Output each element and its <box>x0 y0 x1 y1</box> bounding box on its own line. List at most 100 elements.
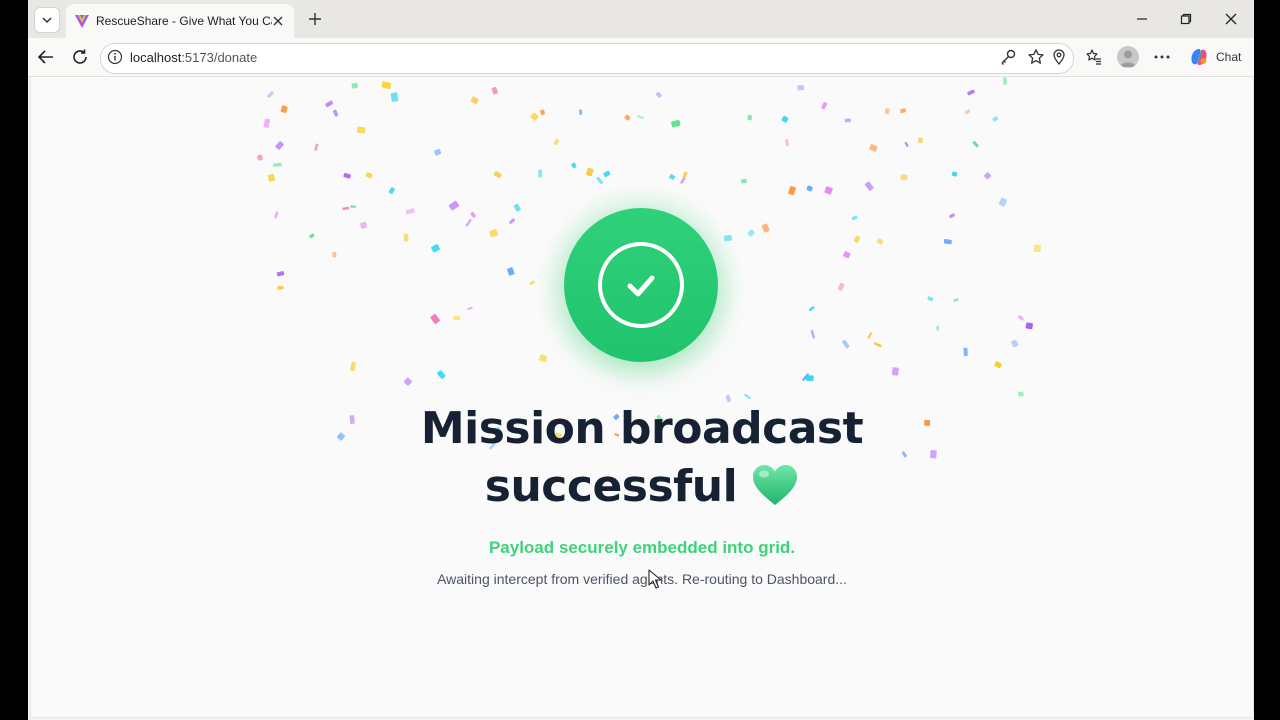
confetti-piece <box>842 339 850 349</box>
confetti-piece <box>725 394 732 403</box>
green-heart-icon <box>753 465 798 505</box>
confetti-piece <box>453 315 461 321</box>
tab-actions-button[interactable] <box>34 7 60 33</box>
reload-button[interactable] <box>70 47 90 67</box>
confetti-piece <box>810 330 815 339</box>
confetti-piece <box>434 148 442 156</box>
confetti-piece <box>802 373 810 381</box>
headline-line-2: successful <box>31 461 1253 512</box>
confetti-piece <box>821 102 828 110</box>
confetti-piece <box>837 282 845 291</box>
tab-title: RescueShare - Give What You Can <box>96 14 272 28</box>
confetti-piece <box>274 211 279 219</box>
confetti-piece <box>900 108 906 114</box>
url-text[interactable]: localhost:5173/donate <box>130 50 257 65</box>
confetti-piece <box>343 173 351 179</box>
confetti-piece <box>388 187 396 195</box>
confetti-piece <box>843 251 851 259</box>
confetti-piece <box>507 267 515 276</box>
confetti-piece <box>1017 315 1024 321</box>
confetti-piece <box>876 238 884 245</box>
confetti-piece <box>267 173 276 182</box>
confetti-piece <box>951 171 958 177</box>
confetti-piece <box>1010 339 1019 348</box>
confetti-piece <box>553 138 560 146</box>
confetti-piece <box>936 325 939 331</box>
restore-button[interactable] <box>1176 9 1196 29</box>
confetti-piece <box>655 91 662 98</box>
copilot-icon <box>1191 49 1207 65</box>
confetti-piece <box>277 286 284 290</box>
back-button[interactable] <box>36 47 56 67</box>
confetti-piece <box>365 172 373 179</box>
confetti-piece <box>992 116 999 122</box>
close-icon <box>1225 13 1237 25</box>
confetti-piece <box>851 215 858 221</box>
reload-icon <box>73 49 87 64</box>
confetti-piece <box>280 105 288 114</box>
url-path: :5173/donate <box>181 50 258 65</box>
success-subtitle: Payload securely embedded into grid. <box>488 538 796 557</box>
close-icon[interactable] <box>270 13 286 29</box>
confetti-piece <box>806 185 813 192</box>
confetti-piece <box>351 82 358 89</box>
site-info-button[interactable] <box>105 47 125 67</box>
confetti-piece <box>869 144 878 152</box>
success-badge <box>564 208 718 362</box>
confetti-piece <box>744 393 751 400</box>
confetti-piece <box>984 172 992 180</box>
confetti-piece <box>276 271 285 277</box>
redirect-note: Awaiting intercept from verified agents.… <box>437 571 847 587</box>
page-viewport: Mission broadcast successful Payload sec… <box>30 77 1254 718</box>
confetti-piece <box>963 347 968 357</box>
confetti-piece <box>332 109 339 117</box>
confetti-piece <box>680 177 686 184</box>
confetti-piece <box>603 170 611 178</box>
confetti-piece <box>637 115 644 119</box>
headline-line-2-text: successful <box>484 461 738 512</box>
location-icon <box>1053 49 1065 66</box>
confetti-piece <box>538 354 548 363</box>
new-tab-button[interactable] <box>304 8 326 30</box>
confetti-piece <box>853 235 861 243</box>
more-button[interactable] <box>1152 47 1172 67</box>
confetti-piece <box>390 92 399 102</box>
confetti-piece <box>972 140 979 148</box>
confetti-piece <box>624 114 631 121</box>
profile-button[interactable] <box>1117 46 1139 68</box>
plus-icon <box>309 13 321 25</box>
confetti-piece <box>530 112 539 121</box>
confetti-piece <box>747 229 755 237</box>
confetti-piece <box>740 178 747 184</box>
favorites-button[interactable] <box>1084 47 1104 67</box>
chevron-down-icon <box>42 17 52 24</box>
cursor-icon <box>648 569 662 589</box>
location-button[interactable] <box>1049 47 1069 67</box>
minimize-button[interactable] <box>1132 9 1152 29</box>
confetti-piece <box>275 141 284 150</box>
confetti-piece <box>430 313 440 325</box>
chat-label: Chat <box>1216 50 1242 64</box>
star-icon <box>1028 49 1044 64</box>
confetti-piece <box>917 137 923 144</box>
favorite-button[interactable] <box>1026 47 1046 67</box>
confetti-piece <box>1025 322 1034 330</box>
confetti-piece <box>309 233 315 239</box>
confetti-piece <box>578 109 583 115</box>
confetti-piece <box>403 233 409 242</box>
confetti-piece <box>596 176 604 185</box>
confetti-piece <box>891 367 899 376</box>
confetti-piece <box>272 162 282 167</box>
confetti-piece <box>538 169 542 178</box>
favorites-icon <box>1086 49 1101 65</box>
confetti-piece <box>904 141 909 147</box>
url-host: localhost <box>130 50 182 65</box>
copilot-chat-button[interactable]: Chat <box>1184 44 1246 70</box>
confetti-piece <box>529 280 536 286</box>
confetti-piece <box>682 171 688 179</box>
close-window-button[interactable] <box>1221 9 1241 29</box>
tab-rescueshare[interactable]: RescueShare - Give What You Can <box>66 4 294 38</box>
confetti-piece <box>671 119 681 128</box>
password-button[interactable] <box>998 47 1018 67</box>
headline-line-1: Mission broadcast <box>420 403 864 454</box>
